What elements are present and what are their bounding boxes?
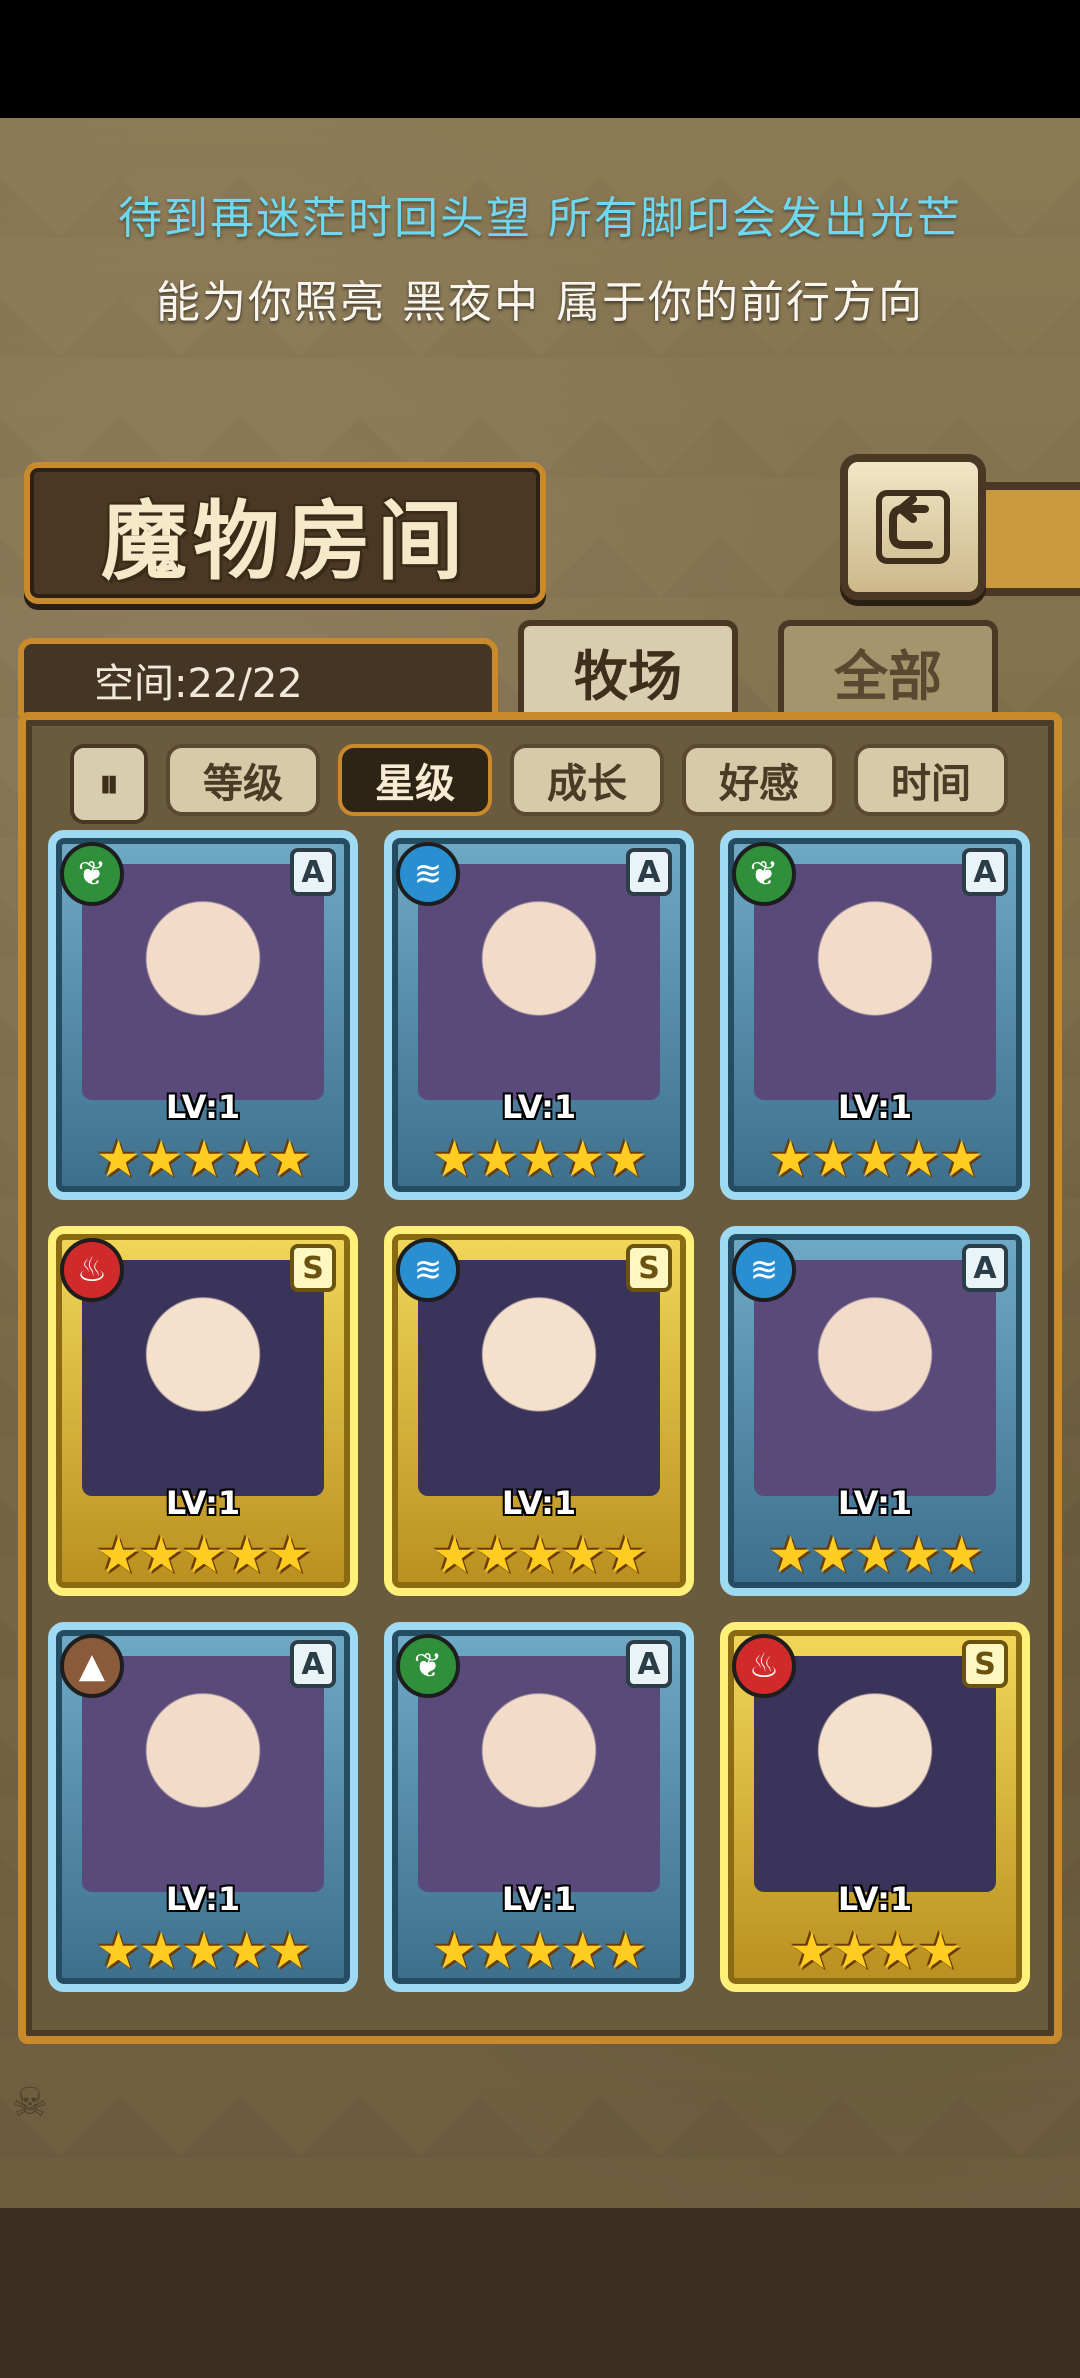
water-element-icon: ≋ xyxy=(732,1238,796,1302)
sort-star-button[interactable]: 星级 xyxy=(338,744,492,816)
page-title-plate: 魔物房间 xyxy=(24,462,546,604)
fire-element-icon: ♨ xyxy=(60,1238,124,1302)
star-rating: ★★★★★ xyxy=(95,1130,312,1188)
rank-badge: S xyxy=(626,1244,672,1292)
level-label: LV:1 xyxy=(837,1484,913,1522)
level-label: LV:1 xyxy=(837,1088,913,1126)
level-label: LV:1 xyxy=(165,1484,241,1522)
monster-card[interactable]: ❦ A LV:1 ★★★★★ xyxy=(48,830,358,1200)
star-rating: ★★★★ xyxy=(789,1922,962,1980)
monster-card[interactable]: ▲ A LV:1 ★★★★★ xyxy=(48,1622,358,1992)
space-counter: 空间:22/22 xyxy=(18,638,498,716)
sort-affection-button[interactable]: 好感 xyxy=(682,744,836,816)
monster-portrait xyxy=(418,864,660,1100)
monster-card[interactable]: ♨ S LV:1 ★★★★★ xyxy=(48,1226,358,1596)
earth-element-icon: ▲ xyxy=(60,1634,124,1698)
level-label: LV:1 xyxy=(501,1880,577,1918)
map-decoration: ☠ xyxy=(12,2080,48,2126)
sort-growth-button[interactable]: 成长 xyxy=(510,744,664,816)
level-label: LV:1 xyxy=(837,1880,913,1918)
star-rating: ★★★★★ xyxy=(95,1526,312,1584)
return-arrow-icon xyxy=(876,490,950,564)
monster-card[interactable]: ≋ A LV:1 ★★★★★ xyxy=(384,830,694,1200)
tab-ranch[interactable]: 牧场 xyxy=(518,620,738,716)
monster-panel: ⏸ 等级 星级 成长 好感 时间 ❦ A LV:1 ★★★★★ ≋ A LV:1… xyxy=(18,712,1062,2044)
level-label: LV:1 xyxy=(501,1484,577,1522)
rank-badge: A xyxy=(290,1640,336,1688)
rank-badge: A xyxy=(962,848,1008,896)
lyric-line-2: 能为你照亮 黑夜中 属于你的前行方向 xyxy=(156,277,924,328)
monster-portrait xyxy=(754,864,996,1100)
tabs-row: 空间:22/22 牧场 全部 xyxy=(18,620,1068,716)
bottom-area xyxy=(0,2208,1080,2378)
level-label: LV:1 xyxy=(165,1880,241,1918)
star-rating: ★★★★★ xyxy=(767,1130,984,1188)
rank-badge: A xyxy=(626,848,672,896)
sort-bar: ⏸ 等级 星级 成长 好感 时间 xyxy=(56,740,1036,824)
page-title: 魔物房间 xyxy=(101,490,469,592)
rank-badge: S xyxy=(962,1640,1008,1688)
star-rating: ★★★★★ xyxy=(95,1922,312,1980)
rank-badge: S xyxy=(290,1244,336,1292)
star-rating: ★★★★★ xyxy=(431,1130,648,1188)
monster-portrait xyxy=(754,1260,996,1496)
leaf-element-icon: ❦ xyxy=(732,842,796,906)
star-rating: ★★★★★ xyxy=(431,1922,648,1980)
sort-time-button[interactable]: 时间 xyxy=(854,744,1008,816)
monster-card[interactable]: ❦ A LV:1 ★★★★★ xyxy=(384,1622,694,1992)
sort-toggle-icon[interactable]: ⏸ xyxy=(70,744,148,824)
leaf-element-icon: ❦ xyxy=(60,842,124,906)
back-button[interactable] xyxy=(840,454,986,600)
monster-portrait xyxy=(418,1656,660,1892)
rank-badge: A xyxy=(962,1244,1008,1292)
monster-card[interactable]: ❦ A LV:1 ★★★★★ xyxy=(720,830,1030,1200)
fire-element-icon: ♨ xyxy=(732,1634,796,1698)
level-label: LV:1 xyxy=(165,1088,241,1126)
monster-portrait xyxy=(82,864,324,1100)
sort-level-button[interactable]: 等级 xyxy=(166,744,320,816)
star-rating: ★★★★★ xyxy=(767,1526,984,1584)
water-element-icon: ≋ xyxy=(396,842,460,906)
monster-portrait xyxy=(418,1260,660,1496)
monster-card[interactable]: ≋ A LV:1 ★★★★★ xyxy=(720,1226,1030,1596)
monster-portrait xyxy=(754,1656,996,1892)
rank-badge: A xyxy=(626,1640,672,1688)
rank-badge: A xyxy=(290,848,336,896)
leaf-element-icon: ❦ xyxy=(396,1634,460,1698)
lyric-line-1: 待到再迷茫时回头望 所有脚印会发出光芒 xyxy=(118,193,962,244)
status-bar xyxy=(0,0,1080,118)
monster-card[interactable]: ♨ S LV:1 ★★★★ xyxy=(720,1622,1030,1992)
water-element-icon: ≋ xyxy=(396,1238,460,1302)
star-rating: ★★★★★ xyxy=(431,1526,648,1584)
monster-portrait xyxy=(82,1260,324,1496)
tab-all[interactable]: 全部 xyxy=(778,620,998,716)
monster-portrait xyxy=(82,1656,324,1892)
monster-card[interactable]: ≋ S LV:1 ★★★★★ xyxy=(384,1226,694,1596)
level-label: LV:1 xyxy=(501,1088,577,1126)
